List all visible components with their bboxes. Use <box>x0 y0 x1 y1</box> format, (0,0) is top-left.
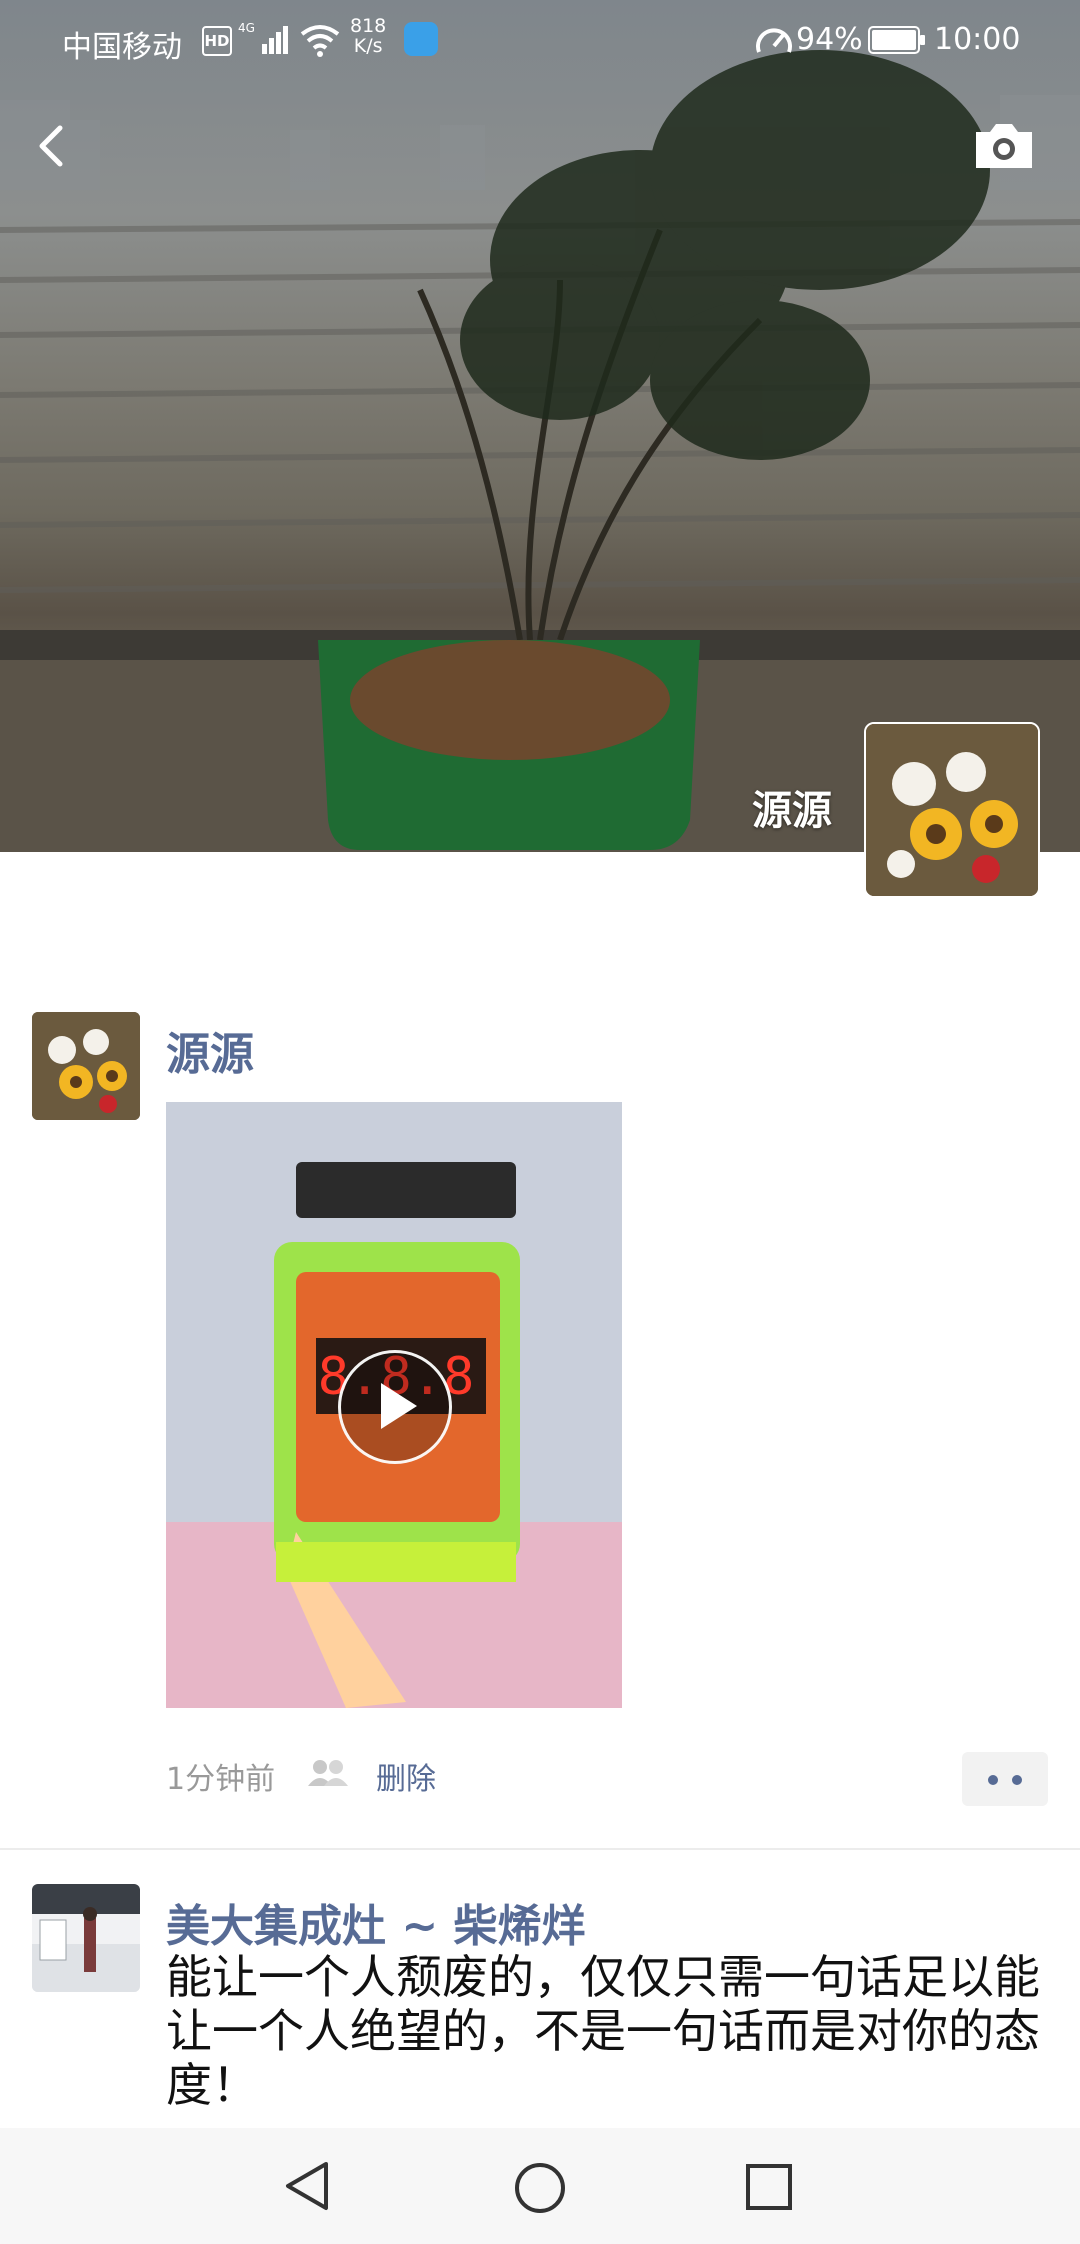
post-text: 能让一个人颓废的，仅仅只需一句话足以能让一个人绝望的，不是一句话而是对你的态度！ <box>166 1950 1040 2112</box>
battery-icon <box>868 26 925 54</box>
hd-badge: HD <box>202 26 232 56</box>
signal-icon: 4G <box>238 21 288 54</box>
wifi-icon <box>300 25 340 57</box>
chevron-left-icon <box>39 125 63 167</box>
camera-icon <box>976 124 1032 168</box>
battery-percent: 94% <box>796 22 863 57</box>
speedometer-icon <box>756 28 792 53</box>
post-timestamp: 1分钟前 <box>166 1762 276 1797</box>
more-dots-icon <box>1012 1775 1022 1785</box>
post-author[interactable]: 美大集成灶 ~ 柴烯烊 <box>166 1890 586 1954</box>
svg-text:4G: 4G <box>238 21 255 35</box>
notification-app-icon <box>404 22 438 56</box>
sunflower-bouquet-image <box>866 724 1038 896</box>
post-avatar[interactable] <box>32 1012 140 1120</box>
post-avatar[interactable] <box>32 1884 140 1992</box>
video-thumbnail[interactable]: 8.8.8 <box>166 1102 622 1708</box>
profile-avatar[interactable] <box>864 722 1040 898</box>
status-bar: 中国移动 HD 4G 818 K/s 94% 10:00 <box>0 0 1080 80</box>
more-button[interactable] <box>962 1752 1048 1806</box>
play-icon <box>381 1383 417 1429</box>
camera-button[interactable] <box>972 118 1036 174</box>
nav-home-icon[interactable] <box>512 2160 568 2216</box>
nav-recent-apps-icon[interactable] <box>744 2162 794 2212</box>
friends-icon <box>308 1760 348 1786</box>
delete-link[interactable]: 删除 <box>376 1754 436 1798</box>
more-dots-icon <box>988 1775 998 1785</box>
back-button[interactable] <box>30 114 78 178</box>
carrier-label: 中国移动 <box>62 30 182 65</box>
kitchen-photo-image <box>32 1884 140 1992</box>
system-nav-bar <box>0 2128 1080 2244</box>
cover-name: 源源 <box>752 788 832 834</box>
play-button[interactable] <box>338 1350 452 1464</box>
nav-back-icon[interactable] <box>280 2158 336 2214</box>
status-time: 10:00 <box>934 22 1021 57</box>
network-speed: 818 K/s <box>350 15 387 57</box>
post-author[interactable]: 源源 <box>166 1018 254 1082</box>
post-divider <box>0 1848 1080 1850</box>
sunflower-bouquet-image <box>32 1012 140 1120</box>
